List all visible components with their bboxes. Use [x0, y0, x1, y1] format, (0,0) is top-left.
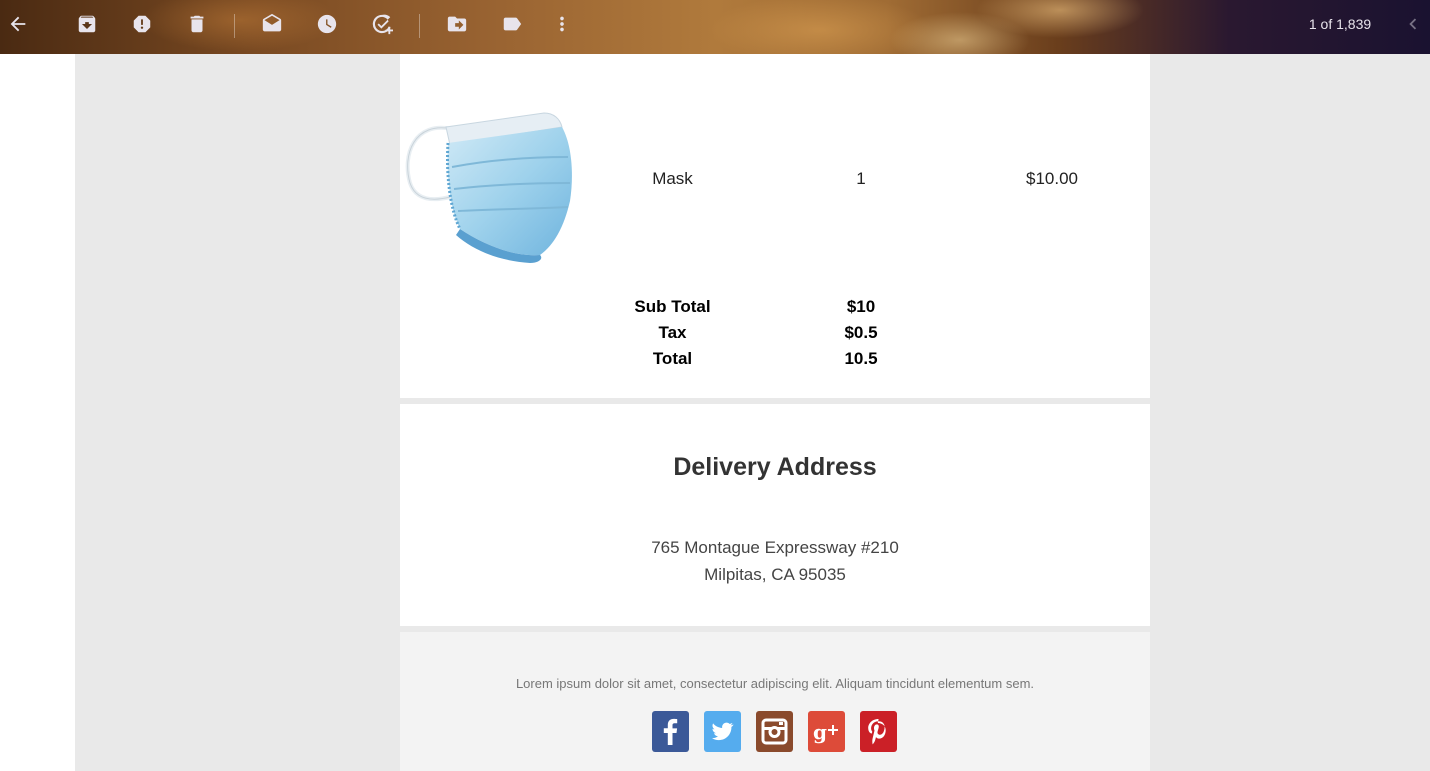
instagram-icon[interactable]	[756, 711, 793, 752]
item-name: Mask	[652, 169, 693, 188]
move-to-icon[interactable]	[446, 13, 468, 35]
facebook-icon[interactable]	[652, 711, 689, 752]
more-vert-icon[interactable]	[551, 13, 573, 35]
mask-product-image	[405, 112, 572, 263]
page-counter: 1 of 1,839	[1308, 16, 1372, 32]
snooze-icon[interactable]	[316, 13, 338, 35]
report-spam-icon[interactable]	[131, 13, 153, 35]
back-arrow-icon[interactable]	[7, 13, 29, 35]
address-line-2: Milpitas, CA 95035	[704, 565, 846, 584]
subtotal-label: Sub Total	[634, 297, 711, 316]
chevron-left-icon[interactable]	[1402, 13, 1424, 35]
google-plus-icon[interactable]: g	[808, 711, 845, 752]
pinterest-icon[interactable]	[860, 711, 897, 752]
archive-icon[interactable]	[76, 13, 98, 35]
toolbar-divider	[419, 14, 420, 38]
footer-text: Lorem ipsum dolor sit amet, consectetur …	[515, 676, 1035, 691]
svg-text:g: g	[813, 720, 827, 744]
toolbar-divider	[234, 14, 235, 38]
tax-label: Tax	[658, 323, 687, 342]
delivery-address-card	[400, 404, 1150, 626]
subtotal-value: $10	[846, 297, 876, 316]
delivery-address-title: Delivery Address	[673, 453, 877, 481]
item-quantity: 1	[856, 169, 866, 188]
delete-icon[interactable]	[186, 13, 208, 35]
total-value: 10.5	[844, 349, 878, 368]
twitter-icon[interactable]	[704, 711, 741, 752]
total-label: Total	[652, 349, 693, 368]
address-line-1: 765 Montague Expressway #210	[651, 538, 899, 557]
add-task-icon[interactable]	[371, 13, 393, 35]
item-price: $10.00	[1026, 169, 1078, 188]
mark-unread-icon[interactable]	[261, 13, 283, 35]
mail-toolbar: 1 of 1,839	[0, 0, 1430, 54]
tax-value: $0.5	[844, 323, 878, 342]
label-icon[interactable]	[501, 13, 523, 35]
